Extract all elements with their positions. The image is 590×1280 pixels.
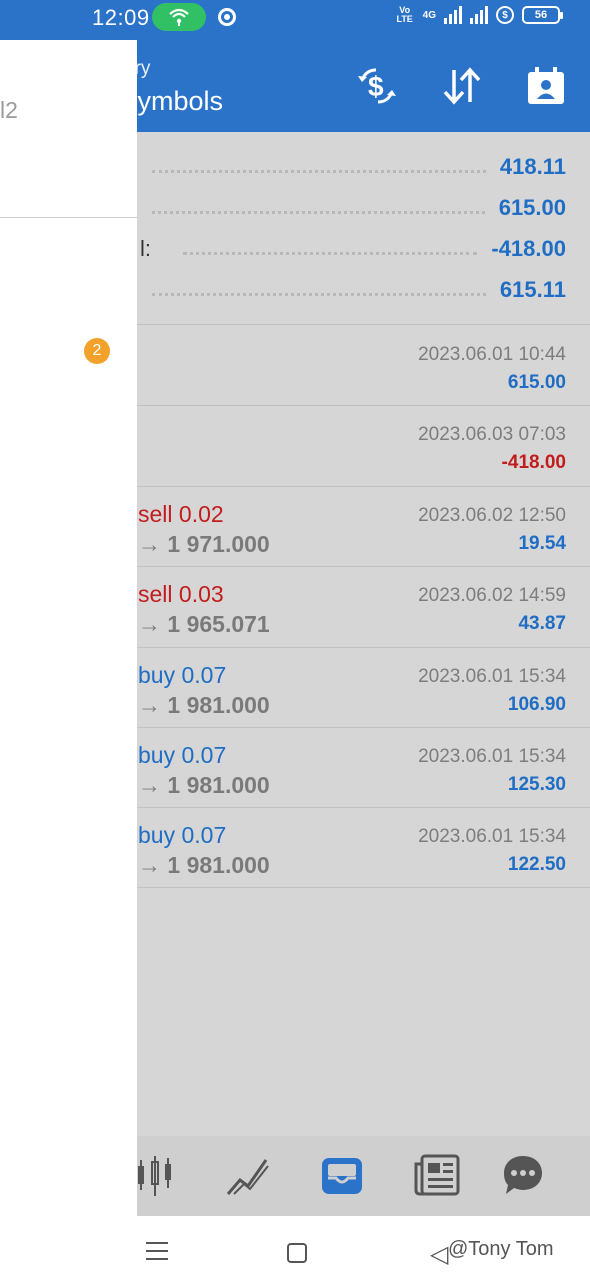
deal-amount: 615.00 [507,372,566,393]
back-icon[interactable]: ◁ [430,1240,448,1269]
notification-badge: 2 [84,338,110,364]
deal-date: 2023.06.01 15:34 [418,826,566,847]
calendar-contact-icon[interactable] [526,66,566,111]
deal-amount: 19.54 [518,533,566,554]
deal-date: 2023.06.01 15:34 [418,666,566,687]
network-label: 4G [422,9,436,21]
deal-date: 2023.06.03 07:03 [418,424,566,445]
news-icon[interactable] [414,1154,460,1201]
dotted-leader [152,292,486,296]
chrome-icon [218,8,236,26]
dotted-leader [152,169,486,173]
summary-value: 615.11 [499,277,566,302]
divider [0,217,137,218]
deal-price: → 1 981.000 [138,852,270,878]
volte-label: Vo LTE [396,5,413,24]
deal-price: → 1 981.000 [138,772,270,798]
system-nav-bar: ◁ @Tony Tom [0,1216,590,1280]
deal-title: sell 0.02 [138,501,224,527]
side-drawer: l2 2 [0,40,137,1216]
summary-row: l: -418.00 [140,234,566,264]
status-indicators: Vo LTE 4G $ 56 [395,5,563,24]
dotted-leader [152,210,485,214]
sort-icon[interactable] [442,66,482,111]
dotted-leader [183,251,478,255]
deal-date: 2023.06.02 12:50 [418,505,566,526]
chart-icon[interactable] [226,1156,270,1201]
home-icon[interactable] [287,1243,307,1263]
status-time: 12:09 [92,5,150,30]
summary-value: -418.00 [491,236,566,261]
summary-value: 615.00 [498,195,566,220]
header-subtitle[interactable]: symbols [124,86,223,117]
drawer-account-text[interactable]: l2 [0,97,18,124]
status-bar: 12:09 Vo LTE 4G $ 56 [0,0,590,36]
deal-price: → 1 981.000 [138,692,270,718]
chat-icon[interactable] [502,1154,544,1201]
summary-label: l: [140,236,151,261]
currency-exchange-icon[interactable]: $ [356,66,398,111]
deal-amount: 106.90 [507,694,566,715]
summary-value: 418.11 [499,154,566,179]
signal-1-icon [444,6,462,24]
menu-icon[interactable] [146,1242,168,1266]
dollar-icon: $ [496,6,514,24]
summary-row: 615.11 [140,275,566,305]
deal-date: 2023.06.01 10:44 [418,344,566,365]
trade-inbox-icon[interactable] [320,1156,364,1201]
battery-level: 56 [534,9,548,21]
deal-title: sell 0.03 [138,581,224,607]
hotspot-icon [152,3,206,31]
summary-row: 418.11 [140,152,566,182]
deal-title: buy 0.07 [138,662,227,688]
deal-amount: 125.30 [507,774,566,795]
summary-row: 615.00 [140,193,566,223]
battery-icon: 56 [522,6,563,24]
svg-text:$: $ [368,71,384,102]
watermark: @Tony Tom [448,1238,554,1260]
deal-amount: 43.87 [518,613,566,634]
deal-title: buy 0.07 [138,742,227,768]
signal-2-icon [470,6,488,24]
deal-amount: 122.50 [507,854,566,875]
deal-price: → 1 965.071 [138,611,270,637]
quotes-icon[interactable] [136,1154,176,1203]
deal-price: → 1 971.000 [138,531,270,557]
deal-date: 2023.06.02 14:59 [418,585,566,606]
deal-title: buy 0.07 [138,822,227,848]
deal-date: 2023.06.01 15:34 [418,746,566,767]
deal-amount: -418.00 [501,452,566,473]
